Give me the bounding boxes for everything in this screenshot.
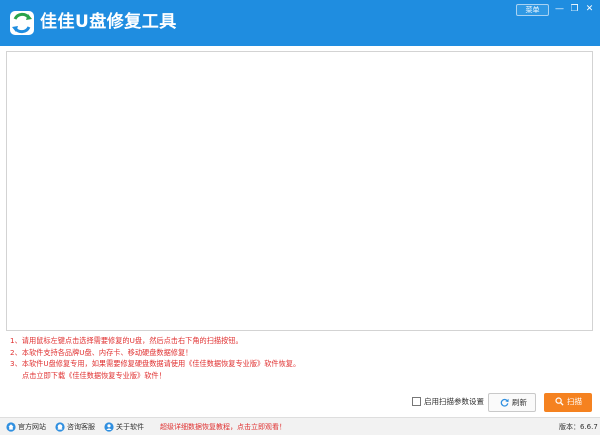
chat-icon [55,422,65,432]
scan-settings-checkbox[interactable] [412,397,421,406]
scan-label: 扫描 [567,397,582,406]
instruction-line-2: 2、本软件支持各品牌U盘、内存卡、移动硬盘数据修复！ [10,347,193,357]
refresh-label: 刷新 [512,398,527,407]
scan-button[interactable]: 扫描 [544,393,592,412]
app-title: 佳佳U盘修复工具 [40,12,177,32]
refresh-button[interactable]: 刷新 [488,393,536,412]
version-label: 版本：6.6.7 [559,423,598,431]
home-icon [6,422,16,432]
about-software-link[interactable]: 关于软件 [104,422,144,432]
search-icon [555,397,564,406]
title-bar: 佳佳U盘修复工具 菜单 — ❐ ✕ [0,0,600,46]
instruction-line-3: 3、本软件U盘修复专用，如果需要修复硬盘数据请使用《佳佳数据恢复专业版》软件恢复… [10,359,301,369]
maximize-button[interactable]: ❐ [568,3,581,15]
close-button[interactable]: ✕ [583,3,596,15]
official-website-link[interactable]: 官方网站 [6,422,46,432]
customer-service-link[interactable]: 咨询客服 [55,422,95,432]
instructions: 1、请用鼠标左键点击选择需要修复的U盘，然后点击右下角的扫描按钮。 2、本软件支… [10,335,430,381]
drive-list-panel[interactable] [6,51,593,331]
refresh-icon [500,398,509,407]
download-link[interactable]: 点击立即下载《佳佳数据恢复专业版》软件！ [10,370,430,382]
tutorial-promo-link[interactable]: 超级详细数据恢复教程，点击立即观看！ [160,422,286,432]
minimize-button[interactable]: — [553,3,566,15]
usb-repair-logo-icon [10,11,34,35]
instruction-line-1: 1、请用鼠标左键点击选择需要修复的U盘，然后点击右下角的扫描按钮。 [10,336,243,345]
scan-settings-label[interactable]: 启用扫描参数设置 [424,396,484,407]
menu-button[interactable]: 菜单 [516,4,549,16]
user-icon [104,422,114,432]
footer-bar: 官方网站 咨询客服 关于软件 超级详细数据恢复教程，点击立即观看！ 版本：6.6… [0,417,600,435]
